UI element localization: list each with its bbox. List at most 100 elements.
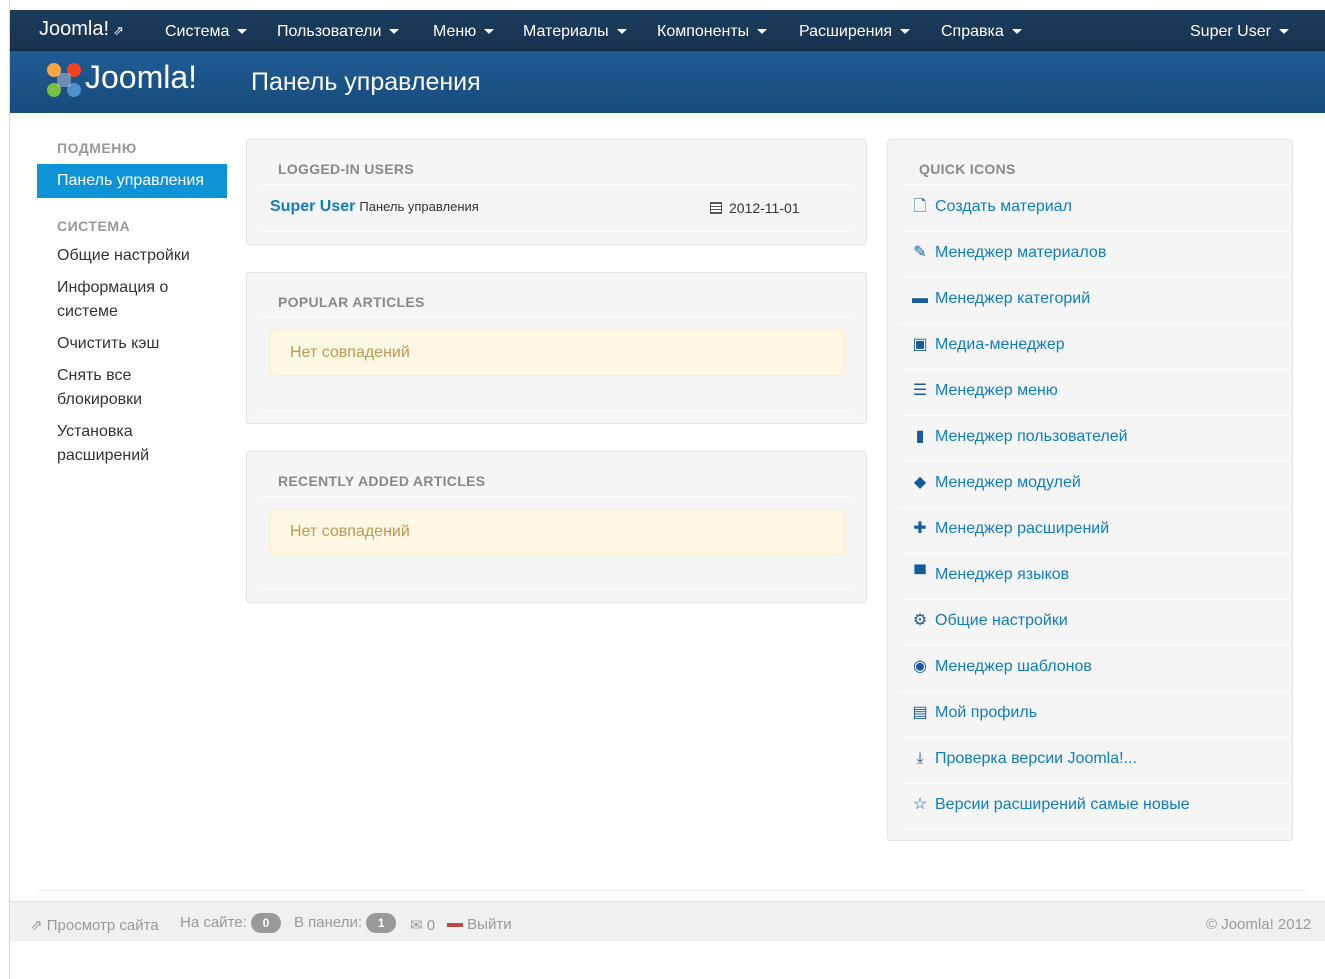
in-panel-label: В панели: xyxy=(294,914,363,931)
divider xyxy=(901,829,1289,830)
caret-down-icon xyxy=(900,29,911,35)
quick-icon-label: Менеджер модулей xyxy=(935,474,1081,491)
caret-down-icon xyxy=(389,29,400,35)
sidebar-item-system-info[interactable]: Информация о системе xyxy=(37,272,227,328)
caret-down-icon xyxy=(616,29,627,35)
image-icon: ▣ xyxy=(912,336,928,353)
recent-articles-heading: RECENTLY ADDED ARTICLES xyxy=(278,473,486,489)
menu-components[interactable]: Компоненты xyxy=(657,23,768,41)
menu-components-label: Компоненты xyxy=(657,23,750,40)
logged-in-users-heading: LOGGED-IN USERS xyxy=(278,161,414,177)
menu-help-label: Справка xyxy=(941,23,1004,40)
logged-in-user-link[interactable]: Super User Панель управления xyxy=(270,198,479,216)
pencil-icon: ✎ xyxy=(913,244,927,261)
view-site-link[interactable]: ⇗ Просмотр сайта xyxy=(30,916,159,934)
menu-menus[interactable]: Меню xyxy=(433,23,495,41)
quick-icon-extension-updates[interactable]: ☆ Версии расширений самые новые xyxy=(910,784,1290,830)
quick-icon-article-manager[interactable]: ✎ Менеджер материалов xyxy=(910,232,1290,278)
quick-icon-media-manager[interactable]: ▣ Медиа-менеджер xyxy=(910,324,1290,370)
menu-system[interactable]: Система xyxy=(165,23,248,41)
caret-down-icon xyxy=(757,29,768,35)
quick-icon-language-manager[interactable]: ▀ Менеджер языков xyxy=(910,554,1290,600)
on-site-label: На сайте: xyxy=(180,914,247,931)
quick-icon-category-manager[interactable]: ▬ Менеджер категорий xyxy=(910,278,1290,324)
quick-icon-my-profile[interactable]: ▤ Мой профиль xyxy=(910,692,1290,738)
minus-icon xyxy=(447,923,463,928)
quick-icon-label: Менеджер расширений xyxy=(935,520,1110,537)
quick-icon-joomla-update[interactable]: ⤓ Проверка версии Joomla!... xyxy=(910,738,1290,784)
star-icon: ☆ xyxy=(912,796,928,813)
cube-icon: ◆ xyxy=(913,474,927,491)
quick-icon-template-manager[interactable]: ◉ Менеджер шаблонов xyxy=(910,646,1290,692)
menu-users[interactable]: Пользователи xyxy=(277,23,400,41)
vcard-icon: ▤ xyxy=(912,704,928,721)
calendar-icon xyxy=(710,202,722,214)
logo-text: Joomla! xyxy=(85,59,198,95)
sidebar-item-control-panel[interactable]: Панель управления xyxy=(37,164,227,198)
popular-articles-panel: POPULAR ARTICLES Нет совпадений xyxy=(246,272,867,424)
caret-down-icon xyxy=(237,29,248,35)
sidebar-item-global-checkin[interactable]: Снять все блокировки xyxy=(37,360,227,416)
popular-articles-heading: POPULAR ARTICLES xyxy=(278,294,425,310)
logged-in-date-value: 2012-11-01 xyxy=(729,200,800,216)
divider xyxy=(260,317,853,318)
quick-icon-label: Проверка версии Joomla!... xyxy=(935,750,1137,767)
divider xyxy=(260,231,853,232)
logout-link[interactable]: Выйти xyxy=(447,916,512,933)
sidebar-item-install-extensions[interactable]: Установка расширений xyxy=(37,416,227,472)
quick-icon-label: Мой профиль xyxy=(935,704,1038,721)
copyright: © Joomla! 2012 xyxy=(1206,916,1312,933)
quick-icon-label: Общие настройки xyxy=(935,612,1068,629)
messages-status[interactable]: ✉ 0 xyxy=(410,916,435,934)
folder-icon: ▬ xyxy=(912,290,928,307)
quick-icon-label: Версии расширений самые новые xyxy=(935,796,1190,813)
user-menu-label: Super User xyxy=(1190,23,1271,40)
divider xyxy=(901,184,1289,185)
footer-divider xyxy=(37,890,1307,891)
quick-icon-extension-manager[interactable]: ✚ Менеджер расширений xyxy=(910,508,1290,554)
logged-in-users-panel: LOGGED-IN USERS Super User Панель управле… xyxy=(246,139,867,245)
sidebar-item-global-config[interactable]: Общие настройки xyxy=(37,240,227,272)
window-edge xyxy=(0,0,10,979)
brand-label: Joomla! xyxy=(39,18,110,40)
quick-icon-add-article[interactable]: 🗋 Создать материал xyxy=(910,186,1290,232)
quick-icon-global-config[interactable]: ⚙ Общие настройки xyxy=(910,600,1290,646)
brand-link[interactable]: Joomla! ⇗ xyxy=(39,18,124,41)
system-heading: СИСТЕМА xyxy=(57,218,131,234)
on-site-badge: 0 xyxy=(250,913,281,933)
logged-in-date: 2012-11-01 xyxy=(710,200,800,216)
menu-content-label: Материалы xyxy=(523,23,609,40)
status-footer: ⇗ Просмотр сайта На сайте: 0 В панели: 1… xyxy=(10,901,1325,941)
joomla-logo-icon xyxy=(47,63,81,97)
menu-system-label: Система xyxy=(165,23,230,40)
new-document-icon: 🗋 xyxy=(913,198,927,215)
in-panel-status: В панели: 1 xyxy=(294,913,397,933)
caret-down-icon xyxy=(1011,29,1022,35)
cog-icon: ⚙ xyxy=(912,612,928,629)
top-navbar: Joomla! ⇗ Система Пользователи Меню Матер… xyxy=(10,10,1325,51)
logged-in-user-place: Панель управления xyxy=(359,199,479,214)
divider xyxy=(260,184,853,185)
quick-icon-label: Создать материал xyxy=(935,198,1072,215)
quick-icon-menu-manager[interactable]: ☰ Менеджер меню xyxy=(910,370,1290,416)
menu-menus-label: Меню xyxy=(433,23,477,40)
quick-icon-label: Менеджер пользователей xyxy=(935,428,1128,445)
divider xyxy=(260,589,853,590)
menu-extensions-label: Расширения xyxy=(799,23,893,40)
no-results-alert: Нет совпадений xyxy=(270,330,845,376)
quick-icon-module-manager[interactable]: ◆ Менеджер модулей xyxy=(910,462,1290,508)
menu-help[interactable]: Справка xyxy=(941,23,1022,41)
envelope-icon: ✉ xyxy=(410,917,423,934)
in-panel-badge: 1 xyxy=(366,913,397,933)
page-title: Панель управления xyxy=(251,68,481,96)
menu-users-label: Пользователи xyxy=(277,23,382,40)
divider xyxy=(260,410,853,411)
page-header: Joomla! Панель управления xyxy=(10,51,1325,113)
user-menu[interactable]: Super User xyxy=(1190,23,1289,41)
menu-content[interactable]: Материалы xyxy=(523,23,627,41)
quick-icon-user-manager[interactable]: ▮ Менеджер пользователей xyxy=(910,416,1290,462)
caret-down-icon xyxy=(1278,29,1289,35)
eye-icon: ◉ xyxy=(913,658,927,675)
sidebar-item-clear-cache[interactable]: Очистить кэш xyxy=(37,328,227,360)
menu-extensions[interactable]: Расширения xyxy=(799,23,911,41)
